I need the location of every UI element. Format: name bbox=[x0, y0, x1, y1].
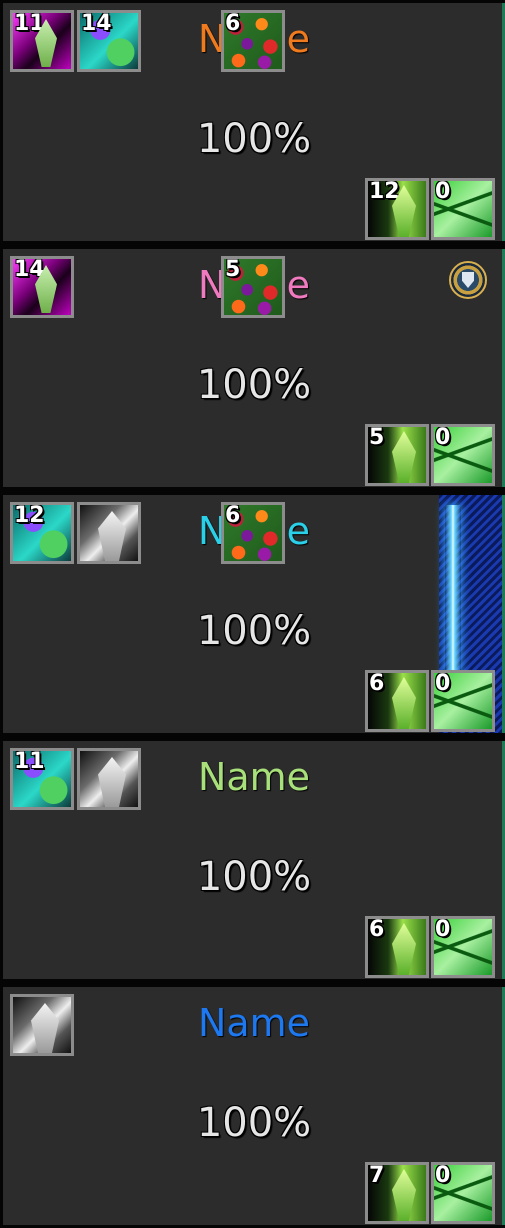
leaves-icon[interactable]: 0 bbox=[431, 424, 495, 486]
stack-count: 6 bbox=[225, 11, 241, 36]
stack-count: 12 bbox=[14, 503, 45, 528]
gray-thorns-icon[interactable] bbox=[77, 502, 141, 564]
stack-count: 14 bbox=[81, 11, 112, 36]
flowers-icon[interactable]: 6 bbox=[221, 502, 285, 564]
health-percent: 100% bbox=[196, 362, 312, 408]
stack-count: 6 bbox=[369, 917, 385, 942]
health-percent: 100% bbox=[196, 608, 312, 654]
teal-bloom-icon[interactable]: 14 bbox=[77, 10, 141, 72]
purple-thorns-icon[interactable]: 11 bbox=[10, 10, 74, 72]
unit-name: Name bbox=[197, 1001, 311, 1045]
stack-count: 6 bbox=[369, 671, 385, 696]
leaves-icon[interactable]: 0 bbox=[431, 916, 495, 978]
green-thorns-icon[interactable]: 12 bbox=[365, 178, 429, 240]
health-percent: 100% bbox=[196, 1100, 312, 1146]
stack-count: 11 bbox=[14, 749, 45, 774]
stack-count: 0 bbox=[435, 1163, 451, 1188]
leaves-icon[interactable]: 0 bbox=[431, 1162, 495, 1224]
unit-frame-1[interactable]: Name 100% 11 14 6 12 0 bbox=[3, 3, 505, 241]
stack-count: 0 bbox=[435, 179, 451, 204]
flowers-icon[interactable]: 5 bbox=[221, 256, 285, 318]
stack-count: 7 bbox=[369, 1163, 385, 1188]
unit-frame-3[interactable]: Name 100% 12 6 6 0 bbox=[3, 495, 505, 733]
teal-bloom-icon[interactable]: 11 bbox=[10, 748, 74, 810]
unit-frame-4[interactable]: Name 100% 11 6 0 bbox=[3, 741, 505, 979]
green-thorns-icon[interactable]: 7 bbox=[365, 1162, 429, 1224]
stack-count: 12 bbox=[369, 179, 400, 204]
unit-frame-2[interactable]: Name 100% 14 5 5 0 bbox=[3, 249, 505, 487]
green-thorns-icon[interactable]: 5 bbox=[365, 424, 429, 486]
leaves-icon[interactable]: 0 bbox=[431, 178, 495, 240]
health-percent: 100% bbox=[196, 116, 312, 162]
stack-count: 6 bbox=[225, 503, 241, 528]
health-percent: 100% bbox=[196, 854, 312, 900]
stack-count: 11 bbox=[14, 11, 45, 36]
gray-thorns-icon[interactable] bbox=[10, 994, 74, 1056]
shield-icon[interactable] bbox=[449, 261, 487, 299]
stack-count: 0 bbox=[435, 425, 451, 450]
stack-count: 14 bbox=[14, 257, 45, 282]
leaves-icon[interactable]: 0 bbox=[431, 670, 495, 732]
green-thorns-icon[interactable]: 6 bbox=[365, 670, 429, 732]
stack-count: 5 bbox=[369, 425, 385, 450]
gray-thorns-icon[interactable] bbox=[77, 748, 141, 810]
green-thorns-icon[interactable]: 6 bbox=[365, 916, 429, 978]
purple-thorns-icon[interactable]: 14 bbox=[10, 256, 74, 318]
teal-bloom-icon[interactable]: 12 bbox=[10, 502, 74, 564]
flowers-icon[interactable]: 6 bbox=[221, 10, 285, 72]
stack-count: 0 bbox=[435, 917, 451, 942]
unit-frame-5[interactable]: Name 100% 7 0 bbox=[3, 987, 505, 1225]
stack-count: 5 bbox=[225, 257, 241, 282]
stack-count: 0 bbox=[435, 671, 451, 696]
